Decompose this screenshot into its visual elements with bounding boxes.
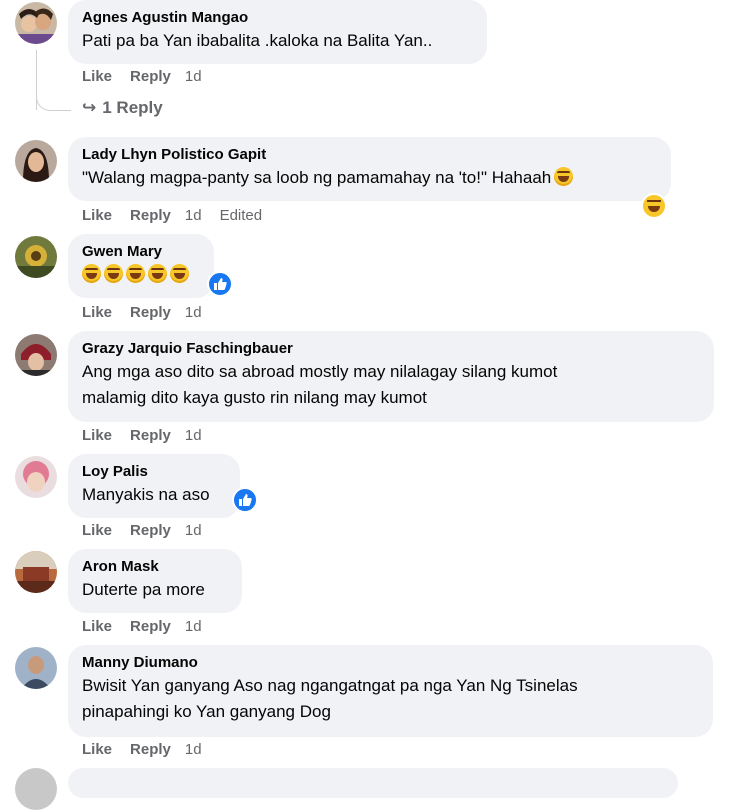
- comment-author[interactable]: Manny Diumano: [82, 653, 699, 673]
- comment-text-line: Bwisit Yan ganyang Aso nag ngangatngat p…: [82, 676, 578, 695]
- comment-time[interactable]: 1d: [185, 207, 202, 224]
- avatar[interactable]: [15, 551, 57, 593]
- comment-bubble: Grazy Jarquio Faschingbauer Ang mga aso …: [68, 331, 714, 422]
- laughing-emoji-icon: [148, 264, 167, 283]
- comment-bubble: Loy Palis Manyakis na aso: [68, 454, 240, 518]
- avatar[interactable]: [15, 334, 57, 376]
- comment-text-line: "Walang magpa-panty sa loob ng pamamahay…: [82, 168, 552, 187]
- like-button[interactable]: Like: [82, 741, 112, 758]
- comment-author[interactable]: Grazy Jarquio Faschingbauer: [82, 339, 700, 359]
- comment-actions: Like Reply 1d: [82, 304, 216, 321]
- laughing-emoji-icon: [170, 264, 189, 283]
- comment-text-line: malamig dito kaya gusto rin nilang may k…: [82, 388, 427, 407]
- like-reaction-icon[interactable]: [232, 487, 258, 513]
- comment-actions: Like Reply 1d: [82, 741, 216, 758]
- avatar[interactable]: [15, 140, 57, 182]
- comment-actions: Like Reply 1d: [82, 522, 216, 539]
- comment-bubble: Aron Mask Duterte pa more: [68, 549, 242, 613]
- comment-bubble: Manny Diumano Bwisit Yan ganyang Aso nag…: [68, 645, 713, 737]
- reply-button[interactable]: Reply: [130, 427, 171, 444]
- avatar[interactable]: [15, 768, 57, 810]
- comment-time[interactable]: 1d: [185, 304, 202, 321]
- comment-bubble: [68, 768, 678, 798]
- comment-text-line: pinapahingi ko Yan ganyang Dog: [82, 702, 331, 721]
- comment-author[interactable]: Loy Palis: [82, 462, 226, 482]
- reply-button[interactable]: Reply: [130, 68, 171, 85]
- comment-time[interactable]: 1d: [185, 522, 202, 539]
- like-button[interactable]: Like: [82, 427, 112, 444]
- avatar[interactable]: [15, 236, 57, 278]
- comment-author[interactable]: Lady Lhyn Polistico Gapit: [82, 145, 657, 165]
- comment-bubble: Lady Lhyn Polistico Gapit "Walang magpa-…: [68, 137, 671, 201]
- comment-text: Duterte pa more: [82, 580, 205, 599]
- like-button[interactable]: Like: [82, 618, 112, 635]
- reply-button[interactable]: Reply: [130, 522, 171, 539]
- comment-author[interactable]: Gwen Mary: [82, 242, 200, 262]
- comment-text: Pati pa ba Yan ibabalita .kaloka na Bali…: [82, 31, 433, 50]
- comment-text-line: Ang mga aso dito sa abroad mostly may ni…: [82, 362, 558, 381]
- avatar[interactable]: [15, 2, 57, 44]
- comment-author[interactable]: Agnes Agustin Mangao: [82, 8, 473, 28]
- laughing-emoji-icon: [82, 264, 101, 283]
- comment-text: Manyakis na aso: [82, 485, 210, 504]
- reply-button[interactable]: Reply: [130, 741, 171, 758]
- reply-button[interactable]: Reply: [130, 304, 171, 321]
- comment-time[interactable]: 1d: [185, 618, 202, 635]
- laughing-emoji-icon: [104, 264, 123, 283]
- comment-time[interactable]: 1d: [185, 427, 202, 444]
- reply-button[interactable]: Reply: [130, 618, 171, 635]
- reply-button[interactable]: Reply: [130, 207, 171, 224]
- comment-actions: Like Reply 1d: [82, 618, 216, 635]
- like-reaction-icon[interactable]: [207, 271, 233, 297]
- replies-count: 1 Reply: [102, 98, 163, 117]
- avatar[interactable]: [15, 647, 57, 689]
- comment-time[interactable]: 1d: [185, 741, 202, 758]
- comment-actions: Like Reply 1d: [82, 68, 216, 85]
- like-button[interactable]: Like: [82, 68, 112, 85]
- comment-bubble: Gwen Mary: [68, 234, 214, 298]
- comment-text: "Walang magpa-panty sa loob ng pamamahay…: [82, 165, 657, 191]
- like-button[interactable]: Like: [82, 304, 112, 321]
- avatar[interactable]: [15, 456, 57, 498]
- laughing-emoji-icon: [554, 167, 574, 186]
- comment-author[interactable]: Aron Mask: [82, 557, 228, 577]
- comment-emojis: [79, 262, 200, 288]
- laughing-emoji-icon: [126, 264, 145, 283]
- view-replies-link[interactable]: ↪ 1 Reply: [82, 98, 163, 118]
- comment-bubble: Agnes Agustin Mangao Pati pa ba Yan ibab…: [68, 0, 487, 64]
- like-button[interactable]: Like: [82, 522, 112, 539]
- comment-actions: Like Reply 1d: [82, 427, 216, 444]
- comment-time[interactable]: 1d: [185, 68, 202, 85]
- edited-label[interactable]: Edited: [220, 207, 263, 224]
- like-button[interactable]: Like: [82, 207, 112, 224]
- comment-actions: Like Reply 1d Edited: [82, 207, 276, 224]
- haha-reaction-icon[interactable]: [641, 193, 667, 219]
- thread-curve: [36, 92, 71, 111]
- reply-arrow-icon: ↪: [82, 98, 97, 117]
